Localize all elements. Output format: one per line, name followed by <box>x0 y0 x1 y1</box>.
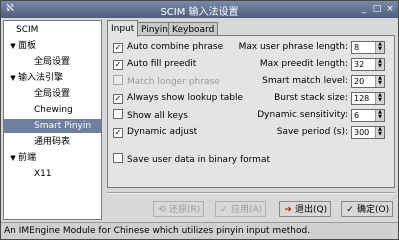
smart-match-level-spinner[interactable]: ▲▼ <box>351 75 385 88</box>
expand-arrow-icon[interactable]: ▼ <box>8 71 18 85</box>
expand-arrow-icon[interactable]: ▼ <box>8 151 18 165</box>
close-icon[interactable]: × <box>384 3 396 15</box>
option-label: Auto combine phrase <box>127 42 224 52</box>
ok-button[interactable]: ✓ 确定(O) <box>341 201 394 217</box>
save-binary-format-checkbox[interactable]: Save user data in binary format <box>113 153 270 165</box>
option-label: Match longer phrase <box>127 77 220 87</box>
settings-window: ℵ SCIM 输入法设置 _ □ × SCIM ▼ 面板 全局设置 ▼ 输入法引擎 … <box>0 0 399 240</box>
option-label: Always show lookup table <box>127 93 244 103</box>
burst-stack-size-label: Burst stack size: <box>274 93 348 103</box>
tree-item-label: Chewing <box>34 105 73 115</box>
option-label: Auto fill preedit <box>127 59 197 69</box>
status-bar: An IMEngine Module for Chinese which uti… <box>1 222 398 239</box>
tree-item-label: 全局设置 <box>34 89 71 99</box>
dynamic-adjust-checkbox[interactable]: ✓ Dynamic adjust <box>113 126 197 138</box>
check-icon: ✓ <box>113 128 123 138</box>
option-label: Save user data in binary format <box>127 155 270 165</box>
max-user-phrase-length-spinner[interactable]: ▲▼ <box>351 41 385 54</box>
exit-button[interactable]: ➜ 退出(Q) <box>279 201 332 217</box>
max-preedit-length-spinner[interactable]: ▲▼ <box>351 58 385 71</box>
window-title: SCIM 输入法设置 <box>160 7 239 18</box>
always-show-lookup-table-checkbox[interactable]: ✓ Always show lookup table <box>113 92 243 104</box>
revert-button-label: 还原(R) <box>169 205 201 215</box>
revert-icon: ⟲ <box>158 205 166 215</box>
tree-item-label: 前端 <box>18 153 37 163</box>
tree-item-panel-global[interactable]: 全局设置 <box>24 55 70 69</box>
ok-icon: ✓ <box>346 205 354 215</box>
tree-item-imengine-global[interactable]: 全局设置 <box>24 87 70 101</box>
spin-arrows-icon[interactable]: ▲ ▼ <box>375 42 384 53</box>
tree-item-label: Smart Pinyin <box>34 121 92 131</box>
button-separator <box>107 192 395 194</box>
check-icon: ✓ <box>113 43 123 53</box>
option-label: Dynamic adjust <box>127 127 198 137</box>
tree-item-panel[interactable]: ▼ 面板 <box>8 39 36 53</box>
maximize-icon[interactable]: □ <box>371 3 383 15</box>
option-label: Show all keys <box>127 111 188 121</box>
apply-button[interactable]: ✓ 应用(A) <box>215 201 267 217</box>
max-preedit-length-label: Max preedit length: <box>259 59 348 69</box>
exit-button-label: 退出(Q) <box>295 205 328 215</box>
input-panel: ✓ Auto combine phrase ✓ Auto fill preedit … <box>107 35 395 188</box>
check-icon: ✓ <box>113 60 123 70</box>
tree-item-scim[interactable]: SCIM <box>6 23 38 37</box>
ok-button-label: 确定(O) <box>357 205 390 215</box>
minimize-icon[interactable]: _ <box>358 3 370 15</box>
spin-arrows-icon[interactable]: ▲ ▼ <box>375 76 384 87</box>
tree-item-frontend[interactable]: ▼ 前端 <box>8 151 36 165</box>
exit-icon: ➜ <box>284 205 292 215</box>
dynamic-sensitivity-label: Dynamic sensitivity: <box>257 110 348 120</box>
checkbox-box <box>113 109 123 119</box>
checkbox-box <box>113 75 123 85</box>
tree-item-label: X11 <box>34 169 52 179</box>
spin-arrows-icon[interactable]: ▲ ▼ <box>375 110 384 121</box>
tree-item-smart-pinyin[interactable]: Smart Pinyin <box>4 119 101 133</box>
tree-item-label: 输入法引擎 <box>18 73 64 83</box>
settings-main: Input Pinyin Keyboard ✓ Auto combine phra… <box>105 20 397 220</box>
tree-item-chewing[interactable]: Chewing <box>24 103 73 117</box>
max-user-phrase-length-label: Max user phrase length: <box>238 42 348 52</box>
tree-item-imengine[interactable]: ▼ 输入法引擎 <box>8 71 63 85</box>
burst-stack-size-spinner[interactable]: ▲▼ <box>351 92 385 105</box>
tree-item-label: SCIM <box>16 25 39 35</box>
tree-item-label: 全局设置 <box>34 57 71 67</box>
save-period-label: Save period (s): <box>276 127 348 137</box>
save-period-spinner[interactable]: ▲▼ <box>351 126 385 139</box>
show-all-keys-checkbox[interactable]: Show all keys <box>113 109 188 121</box>
apply-button-label: 应用(A) <box>231 205 263 215</box>
tree-item-generic-table[interactable]: 通用码表 <box>24 135 70 149</box>
apply-icon: ✓ <box>220 205 228 215</box>
spin-arrows-icon[interactable]: ▲ ▼ <box>375 93 384 104</box>
tree-item-x11[interactable]: X11 <box>24 167 52 181</box>
tab-input[interactable]: Input <box>107 20 139 37</box>
auto-combine-phrase-checkbox[interactable]: ✓ Auto combine phrase <box>113 41 223 53</box>
match-longer-phrase-checkbox: Match longer phrase <box>113 75 220 87</box>
title-bar[interactable]: ℵ SCIM 输入法设置 _ □ × <box>1 1 398 18</box>
revert-button[interactable]: ⟲ 还原(R) <box>153 201 205 217</box>
check-icon: ✓ <box>113 94 123 104</box>
tree-item-label: 通用码表 <box>34 137 71 147</box>
auto-fill-preedit-checkbox[interactable]: ✓ Auto fill preedit <box>113 58 196 70</box>
spin-arrows-icon[interactable]: ▲ ▼ <box>375 59 384 70</box>
smart-match-level-label: Smart match level: <box>262 76 348 86</box>
checkbox-box <box>113 153 123 163</box>
spin-arrows-icon[interactable]: ▲ ▼ <box>375 127 384 138</box>
tree-item-label: 面板 <box>18 41 37 51</box>
dynamic-sensitivity-spinner[interactable]: ▲▼ <box>351 109 385 122</box>
settings-tree[interactable]: SCIM ▼ 面板 全局设置 ▼ 输入法引擎 全局设置 Chewing Smart … <box>3 20 102 220</box>
expand-arrow-icon[interactable]: ▼ <box>8 39 18 53</box>
